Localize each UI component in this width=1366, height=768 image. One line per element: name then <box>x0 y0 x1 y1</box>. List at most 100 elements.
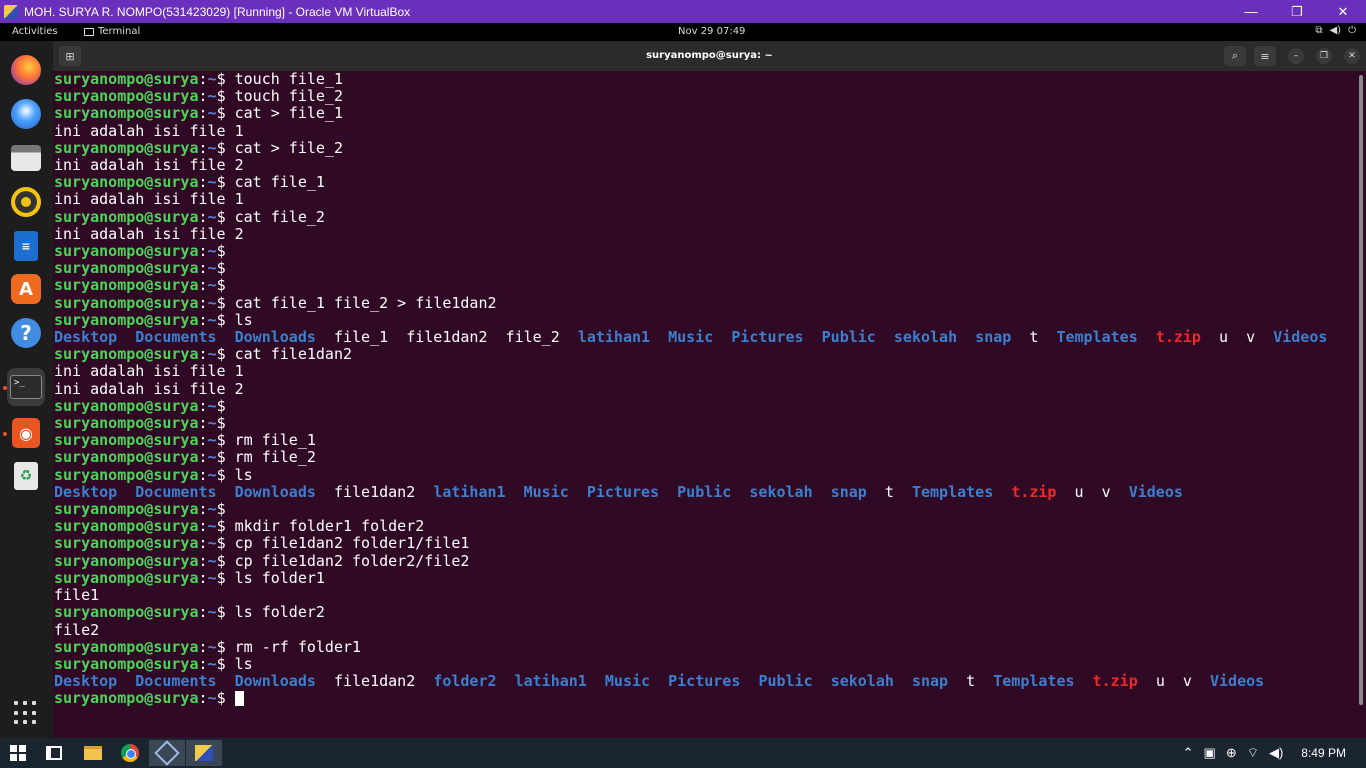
ls-directory: sekolah <box>749 482 813 501</box>
dock: ≡ A ? >_ ◉ ♻ <box>0 41 53 738</box>
terminal-line: suryanompo@surya:~$ cat file_2 <box>54 208 325 226</box>
prompt-symbol: $ <box>216 414 235 433</box>
taskbar-vm-window[interactable] <box>186 740 222 766</box>
prompt-colon: : <box>198 259 208 278</box>
thunderbird-icon <box>11 99 41 129</box>
help-icon: ? <box>11 318 41 348</box>
prompt-path: ~ <box>207 534 217 553</box>
ls-directory: snap <box>975 328 1012 347</box>
prompt-path: ~ <box>207 276 217 295</box>
ls-directory: Documents <box>135 482 217 501</box>
ls-directory: Downloads <box>234 482 316 501</box>
terminal-line: suryanompo@surya:~$ <box>54 276 235 294</box>
scrollbar[interactable] <box>1359 75 1363 705</box>
prompt-path: ~ <box>207 551 217 570</box>
taskbar-chrome[interactable] <box>112 740 148 766</box>
ls-archive: t.zip <box>1155 328 1201 347</box>
prompt-symbol: $ <box>216 173 235 192</box>
prompt-path: ~ <box>207 207 217 226</box>
dock-writer[interactable]: ≡ <box>7 227 45 265</box>
virtualbox-app-icon <box>4 4 18 19</box>
ls-directory: latihan1 <box>433 482 506 501</box>
dock-software[interactable]: A <box>7 270 45 308</box>
taskbar-file-explorer[interactable] <box>75 740 111 766</box>
meet-now-icon[interactable]: ▣ <box>1204 745 1216 761</box>
dock-thunderbird[interactable] <box>7 95 45 133</box>
terminal-area[interactable]: suryanompo@surya:~$ touch file_1 suryano… <box>53 71 1366 738</box>
dock-help[interactable]: ? <box>7 314 45 352</box>
task-view-button[interactable] <box>36 740 72 766</box>
prompt-user: suryanompo@surya <box>54 207 199 226</box>
prompt-path: ~ <box>207 173 217 192</box>
prompt-symbol: $ <box>216 345 235 364</box>
dock-firefox[interactable] <box>7 51 45 89</box>
output-text: ini adalah isi file 1 <box>54 362 244 381</box>
prompt-path: ~ <box>207 637 217 656</box>
terminal-line: suryanompo@surya:~$ ls <box>54 655 253 673</box>
close-button[interactable]: ✕ <box>1320 0 1366 23</box>
prompt-path: ~ <box>207 500 217 519</box>
prompt-colon: : <box>198 396 208 415</box>
clock[interactable]: Nov 29 07:49 <box>678 26 745 37</box>
taskbar-virtualbox-manager[interactable] <box>149 740 185 766</box>
app-menu-label: Terminal <box>98 26 141 37</box>
prompt-symbol: $ <box>216 242 235 261</box>
restore-button[interactable]: ❐ <box>1274 0 1320 23</box>
ls-file: file_1 <box>333 328 389 347</box>
prompt-colon: : <box>198 293 208 312</box>
volume-icon[interactable]: ◀) <box>1269 745 1283 761</box>
chevron-up-icon[interactable]: ⌃ <box>1183 745 1194 761</box>
output-text: ini adalah isi file 2 <box>54 379 244 398</box>
terminal-line: suryanompo@surya:~$ cat file_1 <box>54 173 325 191</box>
prompt-path: ~ <box>207 431 217 450</box>
prompt-path: ~ <box>207 396 217 415</box>
system-tray: ⌃ ▣ ⊕ ⌔ ◀) 8:49 PM <box>1183 738 1346 768</box>
command-text: ls folder2 <box>234 603 325 622</box>
command-text: rm file_2 <box>234 448 316 467</box>
prompt-path: ~ <box>207 568 217 587</box>
prompt-symbol: $ <box>216 310 235 329</box>
terminal-line: ini adalah isi file 2 <box>54 380 244 398</box>
terminal-line: suryanompo@surya:~$ cp file1dan2 folder1… <box>54 534 469 552</box>
minimize-button[interactable]: — <box>1228 0 1274 23</box>
terminal-line: suryanompo@surya:~$ <box>54 500 235 518</box>
terminal-line: suryanompo@surya:~$ ls folder1 <box>54 569 325 587</box>
terminal-minimize-button[interactable]: – <box>1288 48 1304 64</box>
app-menu[interactable]: Terminal <box>84 26 140 37</box>
terminal-line: suryanompo@surya:~$ cat file1dan2 <box>54 345 352 363</box>
prompt-user: suryanompo@surya <box>54 465 199 484</box>
dock-ubuntu-installer[interactable]: ◉ <box>7 414 45 452</box>
dock-rhythmbox[interactable] <box>7 183 45 221</box>
virtualbox-icon <box>154 740 180 766</box>
ls-file: v <box>1101 482 1111 501</box>
menu-button[interactable]: ≡ <box>1254 46 1276 66</box>
prompt-colon: : <box>198 654 208 673</box>
activities-button[interactable]: Activities <box>12 26 58 37</box>
start-button[interactable] <box>0 740 36 766</box>
prompt-colon: : <box>198 689 208 708</box>
ls-directory: Public <box>758 672 813 691</box>
terminal-close-button[interactable]: ✕ <box>1344 48 1360 64</box>
prompt-path: ~ <box>207 310 217 329</box>
prompt-user: suryanompo@surya <box>54 448 199 467</box>
command-text: cat file1dan2 <box>234 345 353 364</box>
network-icon[interactable]: ⌔ <box>1247 745 1259 761</box>
taskbar-clock[interactable]: 8:49 PM <box>1301 746 1346 760</box>
ls-file: t <box>884 482 894 501</box>
command-text: ls <box>234 310 253 329</box>
show-applications-button[interactable] <box>14 701 38 725</box>
terminal-maximize-button[interactable]: ❐ <box>1316 48 1332 64</box>
language-icon[interactable]: ⊕ <box>1226 745 1237 761</box>
terminal-title: suryanompo@surya: ~ <box>646 50 773 61</box>
prompt-symbol: $ <box>216 654 235 673</box>
search-button[interactable]: ⌕ <box>1224 46 1246 66</box>
ls-directory: Documents <box>135 328 217 347</box>
firefox-icon <box>11 55 41 85</box>
virtualbox-titlebar: MOH. SURYA R. NOMPO(531423029) [Running]… <box>0 0 1366 23</box>
dock-trash[interactable]: ♻ <box>7 457 45 495</box>
dock-files[interactable] <box>7 139 45 177</box>
file-explorer-icon <box>84 746 102 760</box>
terminal-line: suryanompo@surya:~$ rm file_1 <box>54 431 316 449</box>
dock-terminal[interactable]: >_ <box>7 368 45 406</box>
system-menu[interactable]: ⧉ ◀) ⏻ <box>1315 25 1356 36</box>
